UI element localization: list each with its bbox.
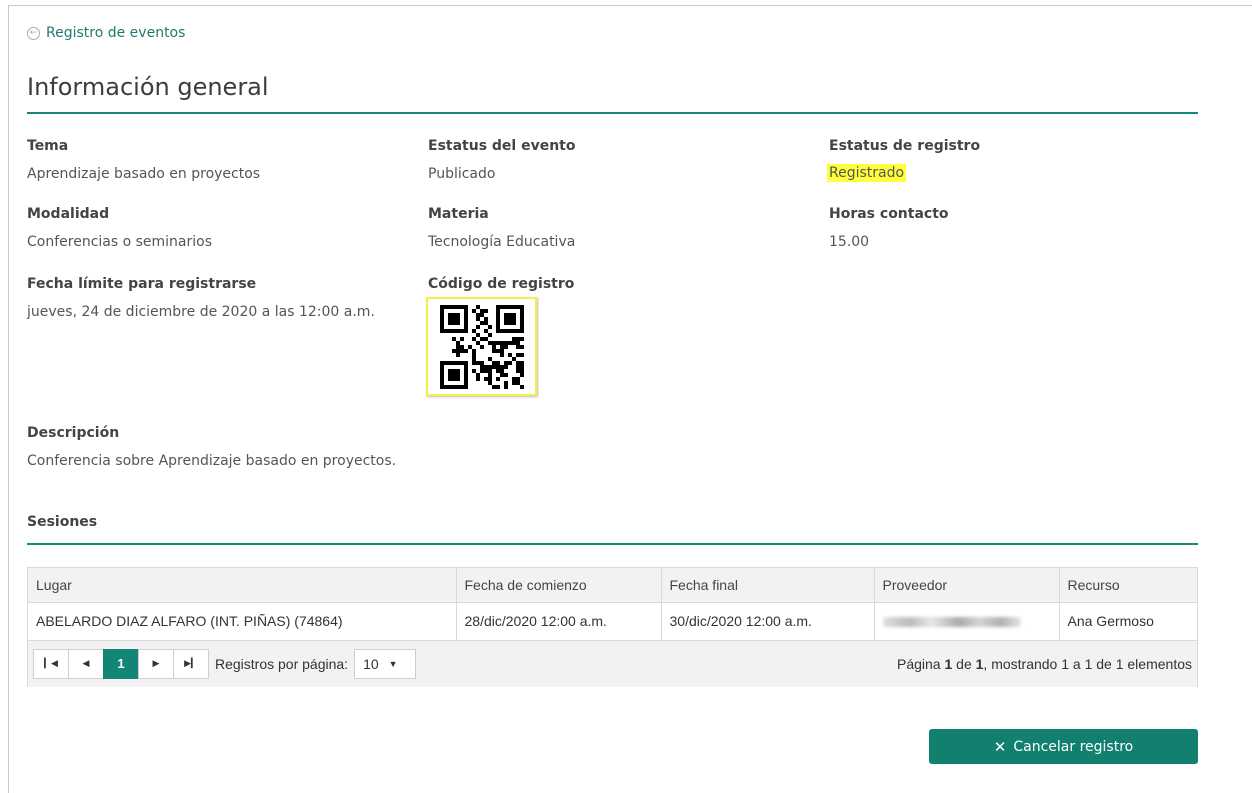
last-page-button[interactable]: ▶▎ bbox=[173, 648, 209, 679]
per-page-label: Registros por página: bbox=[215, 655, 349, 672]
qr-code bbox=[426, 297, 537, 396]
previous-page-icon: ◀ bbox=[82, 658, 90, 668]
fecha-limite-value: jueves, 24 de diciembre de 2020 a las 12… bbox=[27, 304, 375, 320]
next-page-button[interactable]: ▶ bbox=[138, 648, 174, 679]
page-button-current[interactable]: 1 bbox=[103, 648, 139, 679]
sessions-divider bbox=[27, 543, 1198, 545]
arrow-left-circle-icon: ← bbox=[27, 26, 40, 40]
per-page-value: 10 bbox=[363, 655, 379, 672]
estatus-evento-value: Publicado bbox=[428, 166, 496, 182]
cell-proveedor bbox=[874, 602, 1060, 641]
first-page-button[interactable]: ▎◀ bbox=[33, 648, 69, 679]
column-header-lugar[interactable]: Lugar bbox=[28, 568, 457, 603]
sessions-table: Lugar Fecha de comienzo Fecha final Prov… bbox=[28, 568, 1197, 641]
fecha-limite-label: Fecha límite para registrarse bbox=[27, 276, 257, 292]
modalidad-value: Conferencias o seminarios bbox=[27, 234, 213, 250]
first-page-icon: ▎◀ bbox=[44, 658, 58, 668]
cancel-registration-label: Cancelar registro bbox=[1013, 738, 1134, 755]
pager-info-suffix: , mostrando 1 a 1 de 1 elementos bbox=[983, 655, 1192, 672]
descripcion-label: Descripción bbox=[27, 425, 120, 441]
sessions-grid: Lugar Fecha de comienzo Fecha final Prov… bbox=[27, 567, 1198, 687]
per-page-select[interactable]: 10 ▼ bbox=[354, 648, 417, 679]
pager-info: Página 1 de 1, mostrando 1 a 1 de 1 elem… bbox=[897, 656, 1192, 672]
next-page-icon: ▶ bbox=[152, 658, 160, 668]
column-header-recurso[interactable]: Recurso bbox=[1059, 568, 1197, 603]
previous-page-button[interactable]: ◀ bbox=[68, 648, 104, 679]
sessions-title: Sesiones bbox=[27, 514, 98, 530]
pager-info-prefix: Página bbox=[896, 655, 945, 672]
back-link-label: Registro de eventos bbox=[46, 25, 186, 41]
table-row[interactable]: ABELARDO DIAZ ALFARO (INT. PIÑAS) (74864… bbox=[28, 602, 1197, 641]
close-icon: ✕ bbox=[993, 737, 1007, 756]
horas-contacto-label: Horas contacto bbox=[829, 206, 949, 222]
cell-fecha-final: 30/dic/2020 12:00 a.m. bbox=[661, 602, 875, 641]
column-header-proveedor[interactable]: Proveedor bbox=[874, 568, 1060, 603]
chevron-down-icon: ▼ bbox=[388, 658, 398, 669]
pager: ▎◀ ◀ 1 ▶ ▶▎ Registros por página: 10 ▼ P… bbox=[28, 640, 1197, 687]
column-header-fecha-final[interactable]: Fecha final bbox=[661, 568, 875, 603]
table-header-row: Lugar Fecha de comienzo Fecha final Prov… bbox=[28, 568, 1197, 603]
estatus-registro-label: Estatus de registro bbox=[829, 138, 981, 154]
cell-fecha-comienzo: 28/dic/2020 12:00 a.m. bbox=[456, 602, 662, 641]
tema-value: Aprendizaje basado en proyectos bbox=[27, 166, 261, 182]
cell-lugar: ABELARDO DIAZ ALFARO (INT. PIÑAS) (74864… bbox=[28, 602, 457, 641]
qr-code-icon bbox=[439, 304, 524, 389]
redacted-text bbox=[882, 617, 1021, 628]
column-header-fecha-comienzo[interactable]: Fecha de comienzo bbox=[456, 568, 662, 603]
last-page-icon: ▶▎ bbox=[184, 658, 198, 668]
codigo-registro-label: Código de registro bbox=[428, 276, 575, 292]
tema-label: Tema bbox=[27, 138, 69, 154]
descripcion-value: Conferencia sobre Aprendizaje basado en … bbox=[27, 453, 397, 469]
pager-info-mid: de bbox=[952, 655, 976, 672]
materia-value: Tecnología Educativa bbox=[428, 234, 576, 250]
estatus-registro-value: Registrado bbox=[827, 164, 907, 182]
title-divider bbox=[27, 112, 1198, 114]
materia-label: Materia bbox=[428, 206, 489, 222]
page-title: Información general bbox=[27, 73, 269, 101]
back-link[interactable]: ← Registro de eventos bbox=[27, 25, 185, 41]
cell-recurso: Ana Germoso bbox=[1059, 602, 1197, 641]
cancel-registration-button[interactable]: ✕ Cancelar registro bbox=[929, 729, 1198, 764]
modalidad-label: Modalidad bbox=[27, 206, 110, 222]
horas-contacto-value: 15.00 bbox=[829, 234, 870, 250]
status-badge: Registrado bbox=[827, 164, 907, 182]
estatus-evento-label: Estatus del evento bbox=[428, 138, 576, 154]
